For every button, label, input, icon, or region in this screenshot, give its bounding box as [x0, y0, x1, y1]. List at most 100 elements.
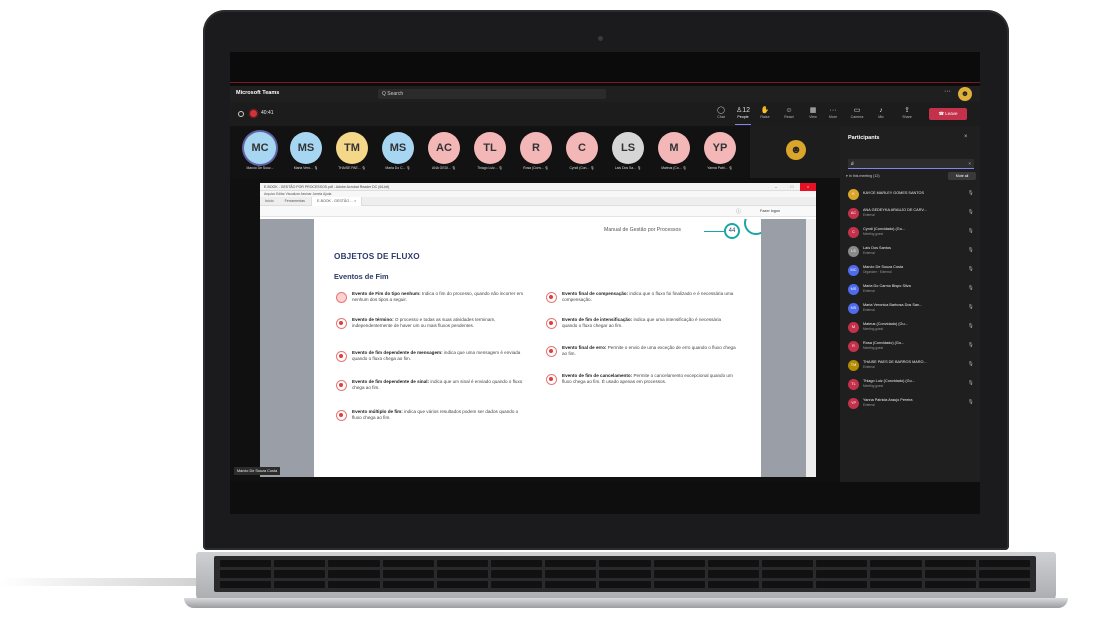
clear-icon[interactable]: × [968, 159, 971, 169]
participant-row[interactable]: C Cyndi (Convidado) (Gu... Meeting guest 🎙 [848, 226, 976, 240]
avatar: TL [848, 379, 859, 390]
participant-name: Marcio De Souza Costa [863, 265, 904, 269]
key [436, 560, 488, 568]
tab-inicio[interactable]: Início [260, 197, 279, 206]
participant-tile[interactable]: AC ANA GEDI... 🎙 [422, 132, 466, 176]
key [220, 580, 272, 588]
mic-icon[interactable]: 🎙 [968, 304, 974, 310]
avatar: LS [848, 246, 859, 257]
participant-role: Meeting guest [863, 327, 884, 331]
mic-icon[interactable]: 🎙 [968, 247, 974, 253]
event-title: Evento múltiplo de fim: [352, 409, 403, 414]
decorative-ring [744, 219, 761, 235]
more-options-icon[interactable]: ··· [944, 88, 951, 95]
react-button[interactable]: ☺ React [778, 106, 800, 124]
acrobat-title: E-BOOK - GESTÃO POR PROCESSOS.pdf - Adob… [264, 185, 390, 189]
key [653, 580, 705, 588]
avatar: AC [848, 208, 859, 219]
tab-ferramentas[interactable]: Ferramentas [280, 197, 310, 206]
participant-row[interactable]: R Rosa (Convidado) (Gu... Meeting guest 🎙 [848, 340, 976, 354]
key [220, 560, 272, 568]
participant-row[interactable]: AC ANA GEDEYKA ARAUJO DE CARV... External 🎙 [848, 207, 976, 221]
key [978, 560, 1030, 568]
laptop-base-edge [184, 598, 1068, 608]
mic-button[interactable]: ♪ Mic [870, 106, 892, 124]
leave-button[interactable]: ☎ Leave [929, 108, 967, 120]
maximize-icon[interactable]: □ [784, 183, 800, 191]
close-icon[interactable]: × [964, 134, 968, 140]
participant-row[interactable]: LS Laís Dos Santos External 🎙 [848, 245, 976, 259]
participant-name: Yanna Patricia Araujo Pereira [863, 398, 913, 402]
user-avatar[interactable]: ☻ [958, 87, 972, 101]
mic-icon[interactable]: 🎙 [968, 361, 974, 367]
in-meeting-header[interactable]: ▾ In this meeting (12) [846, 174, 880, 178]
participant-row[interactable]: TL Thiago Luiz (Convidado) (Gu... Meeting … [848, 378, 976, 392]
participant-tile[interactable]: MS Maria Do C... 🎙 [376, 132, 420, 176]
participant-role: Meeting guest [863, 232, 884, 236]
participant-tile[interactable]: LS Laís Dos Sa... 🎙 [606, 132, 650, 176]
mic-icon[interactable]: 🎙 [968, 323, 974, 329]
tab-document[interactable]: E-BOOK - GESTÃO ... × [310, 197, 363, 206]
participant-role: Meeting guest [863, 346, 884, 350]
mic-icon[interactable]: 🎙 [968, 266, 974, 272]
panel-title: Participants [848, 135, 880, 141]
participant-name: Rosa (Conv... 🎙 [523, 166, 549, 170]
key [816, 580, 868, 588]
participant-tile[interactable]: YP Yanna Patri... 🎙 [698, 132, 742, 176]
participant-search-input[interactable]: d × [848, 159, 974, 169]
avatar: C [566, 132, 598, 164]
mic-icon[interactable]: 🎙 [968, 285, 974, 291]
participant-row[interactable]: MS Maria Do Carmo Bispo Silva External 🎙 [848, 283, 976, 297]
participant-row[interactable]: M Mateus (Convidado) (Gu... Meeting guest 🎙 [848, 321, 976, 335]
screen-bottom [230, 482, 980, 514]
people-button[interactable]: ♙12 People [732, 106, 754, 125]
close-icon[interactable]: × [800, 183, 816, 191]
mic-icon[interactable]: 🎙 [968, 190, 974, 196]
acrobat-window: E-BOOK - GESTÃO POR PROCESSOS.pdf - Adob… [260, 183, 816, 477]
screen-top-accent [230, 82, 980, 83]
app-title: Microsoft Teams [236, 90, 280, 96]
participant-row[interactable]: K KAYCE MARLEY GOMES SANTOS 🎙 [848, 188, 976, 202]
avatar: M [658, 132, 690, 164]
participant-name: Maria Do C... 🎙 [385, 166, 411, 170]
mic-icon[interactable]: 🎙 [968, 399, 974, 405]
mic-icon[interactable]: 🎙 [968, 380, 974, 386]
camera-button[interactable]: ▭ Camera [846, 106, 868, 124]
toolbar-label: Mic [878, 115, 884, 119]
participant-tile[interactable]: TM THAISE PAE... 🎙 [330, 132, 374, 176]
sign-in-link[interactable]: Fazer logon [760, 209, 780, 213]
mic-icon[interactable]: 🎙 [968, 228, 974, 234]
mute-all-button[interactable]: Mute all [948, 172, 976, 180]
participant-row[interactable]: MC Marcio De Souza Costa Organizer · Exter… [848, 264, 976, 278]
share-button[interactable]: ⇪ Share [896, 106, 918, 124]
help-icon[interactable]: ⓘ [736, 208, 741, 215]
scrollbar[interactable] [806, 219, 816, 477]
participant-tile[interactable]: M Mateus (Co... 🎙 [652, 132, 696, 176]
event-description: Evento de término: O processo e todas as… [352, 317, 527, 329]
participant-tile[interactable]: MC Marcio De Souz... [238, 132, 282, 176]
participant-role: External [863, 403, 875, 407]
chat-button[interactable]: ◯ Chat [710, 106, 732, 124]
search-input[interactable]: Q Search [378, 89, 606, 99]
key [653, 570, 705, 578]
participant-row[interactable]: YP Yanna Patricia Araujo Pereira External 🎙 [848, 397, 976, 411]
participant-name: THAISE PAE... 🎙 [338, 166, 366, 170]
key [545, 580, 597, 588]
participant-tile[interactable]: MS Maria Vero... 🎙 [284, 132, 328, 176]
participant-tile[interactable]: R Rosa (Conv... 🎙 [514, 132, 558, 176]
key [653, 560, 705, 568]
participant-name: Marcio De Souz... [246, 166, 274, 170]
pdf-running-header: Manual de Gestão por Processos [604, 227, 681, 233]
participant-tile[interactable]: TL Thiago Luiz... 🎙 [468, 132, 512, 176]
raise-button[interactable]: ✋ Raise [754, 106, 776, 124]
view-button[interactable]: ▦ View [802, 106, 824, 124]
end-event-icon [546, 292, 557, 303]
laptop-shadow [0, 578, 196, 586]
participant-row[interactable]: MS Maria Veronica Barbosa Dos San... Exter… [848, 302, 976, 316]
mic-icon[interactable]: 🎙 [968, 342, 974, 348]
key [328, 570, 380, 578]
minimize-icon[interactable]: – [768, 183, 784, 191]
participant-row[interactable]: TM THAISE PAES DE BARROS MARO... External 🎙 [848, 359, 976, 373]
participant-tile[interactable]: C Cyndi (Con... 🎙 [560, 132, 604, 176]
mic-icon[interactable]: 🎙 [968, 209, 974, 215]
